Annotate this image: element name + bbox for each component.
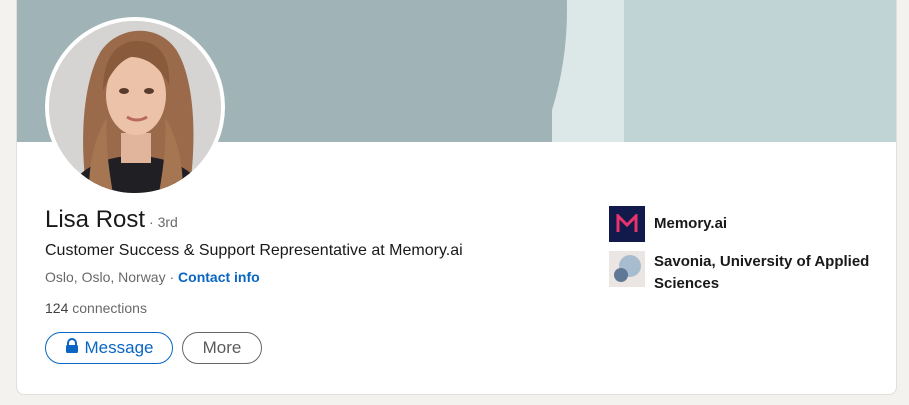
more-button-label: More xyxy=(202,338,242,357)
message-button[interactable]: Message xyxy=(45,332,173,364)
current-company-item[interactable]: Memory.ai xyxy=(609,206,727,242)
location-separator: · xyxy=(165,269,179,285)
connection-degree: · 3rd xyxy=(149,214,178,230)
avatar[interactable] xyxy=(49,21,221,193)
connections-count[interactable]: 124 connections xyxy=(45,300,147,316)
memory-ai-logo-icon xyxy=(609,206,645,242)
banner-right-panel xyxy=(624,0,896,142)
savonia-logo-icon xyxy=(609,251,645,287)
education-label: Savonia, University of Applied Sciences xyxy=(654,253,870,292)
avatar-photo xyxy=(49,21,221,193)
connections-label: connections xyxy=(68,300,147,316)
lock-icon xyxy=(65,337,85,359)
profile-name: Lisa Rost xyxy=(45,206,146,233)
contact-info-link[interactable]: Contact info xyxy=(178,269,260,285)
education-item[interactable]: Savonia, University of Applied Sciences xyxy=(609,251,884,295)
profile-headline: Customer Success & Support Representativ… xyxy=(45,242,463,259)
profile-location: Oslo, Oslo, Norway xyxy=(45,269,166,285)
message-button-label: Message xyxy=(84,338,154,357)
connections-number: 124 xyxy=(45,300,69,316)
banner-arc xyxy=(177,0,567,142)
current-company-label: Memory.ai xyxy=(654,215,728,232)
more-button[interactable]: More xyxy=(182,332,262,364)
location-row: Oslo, Oslo, Norway · Contact info xyxy=(45,269,260,285)
name-row: Lisa Rost · 3rd xyxy=(45,206,178,234)
profile-card: Lisa Rost · 3rd Customer Success & Suppo… xyxy=(16,0,897,395)
